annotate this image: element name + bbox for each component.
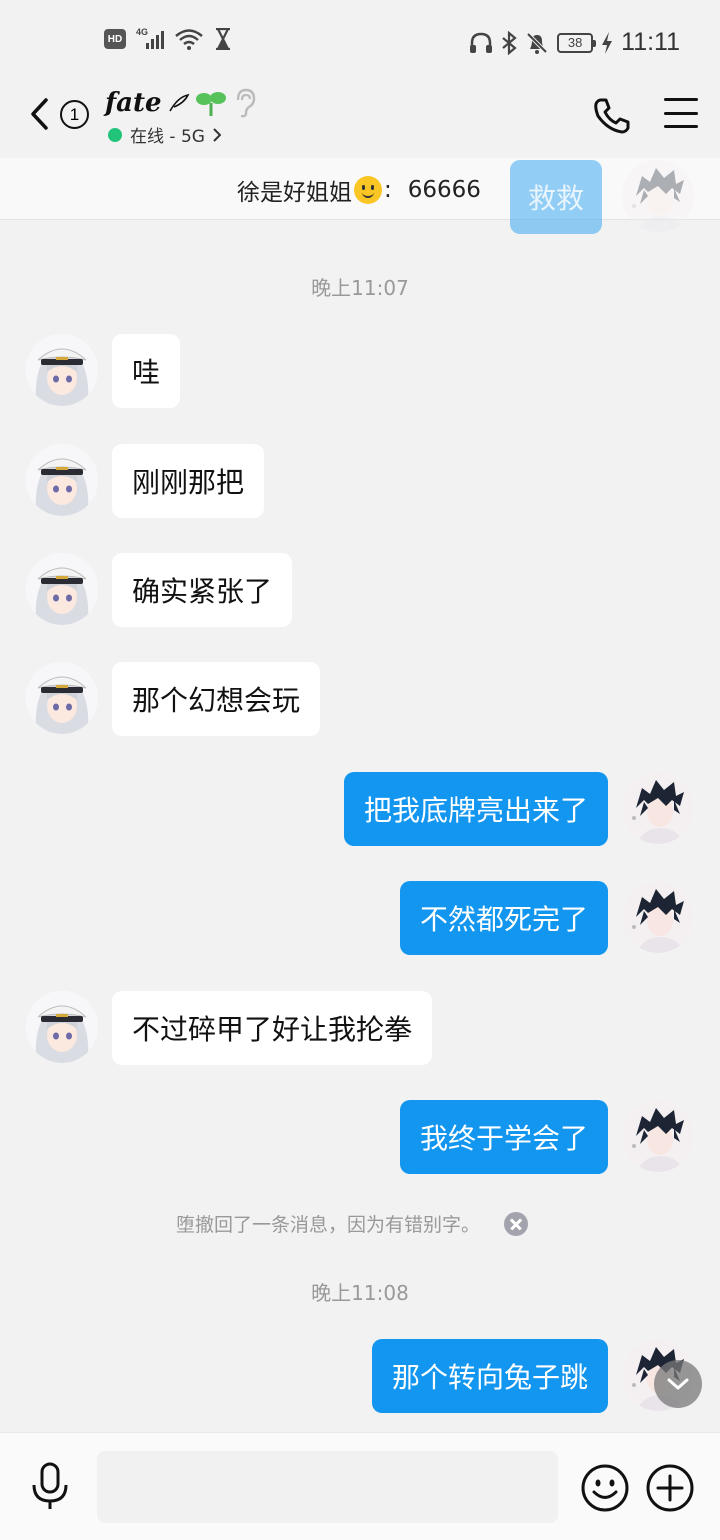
avatar[interactable] [26,553,98,625]
message-bubble[interactable]: 哇 [112,334,181,408]
smile-emoji-icon [354,176,382,204]
hd-icon: HD [104,29,126,49]
avatar[interactable] [26,444,98,516]
message-row: 我终于学会了 [0,1100,720,1174]
message-bubble[interactable]: 不过碎甲了好让我抡拳 [112,991,433,1065]
more-options-button[interactable] [645,1463,695,1513]
online-status[interactable]: 在线 - 5G [108,122,221,147]
unread-count-badge[interactable]: 1 [60,100,89,129]
pinned-sender: 徐是好姐姐 [237,180,352,206]
message-row: 哇 [0,334,720,408]
smile-icon [581,1464,629,1512]
online-status-label: 在线 - 5G [130,127,205,147]
wifi-icon [175,29,203,50]
plus-icon [646,1464,694,1512]
avatar[interactable] [26,662,98,734]
hourglass-icon [216,28,230,50]
message-bubble[interactable]: 确实紧张了 [112,553,293,627]
message-bubble[interactable]: 那个幻想会玩 [112,662,321,736]
close-icon[interactable] [504,1211,529,1236]
chevron-right-icon [213,127,221,142]
pinned-separator: : [384,177,392,203]
message-row: 不然都死完了 [0,881,720,955]
charging-icon [602,31,613,54]
ear-icon[interactable] [232,88,258,118]
mute-icon [526,32,548,54]
back-icon [31,98,48,130]
avatar[interactable] [622,160,694,232]
voice-input-button[interactable] [30,1461,70,1513]
recall-notice: 堕撤回了一条消息，因为有错别字。 [176,1210,529,1237]
message-bubble[interactable]: 我终于学会了 [399,1100,608,1174]
message-row: 不过碎甲了好让我抡拳 [0,991,720,1065]
avatar[interactable] [26,991,98,1063]
timestamp: 晚上11:07 [311,276,409,300]
clock: 11:11 [621,28,680,56]
online-dot-icon [108,127,122,142]
message-row: 把我底牌亮出来了 [0,772,720,846]
headphones-icon [470,32,493,53]
status-bar: HD 4G 38 11:11 [0,0,720,80]
chat-title[interactable]: fate [105,88,162,118]
message-row: 那个转向兔子跳 [0,1339,720,1413]
chat-header: 1 fate 在线 - 5G [0,80,720,158]
bluetooth-icon [502,30,517,55]
network-type-label: 4G [136,27,149,37]
menu-icon [664,98,698,101]
microphone-icon [32,1462,68,1509]
message-bubble[interactable]: 那个转向兔子跳 [371,1339,608,1413]
message-bubble[interactable]: 刚刚那把 [112,444,265,518]
pinned-text: 66666 [407,177,481,203]
avatar[interactable] [622,881,694,953]
call-button[interactable] [592,96,632,136]
message-row: 确实紧张了 [0,553,720,627]
back-button[interactable] [24,94,54,134]
avatar[interactable] [622,1100,694,1172]
message-row: 那个幻想会玩 [0,662,720,736]
avatar[interactable] [622,772,694,844]
battery-icon: 38 [557,32,597,53]
message-row: 刚刚那把 [0,444,720,518]
message-input[interactable] [97,1451,558,1523]
input-bar [0,1432,720,1540]
timestamp: 晚上11:08 [311,1281,409,1305]
menu-button[interactable] [664,98,698,128]
recall-notice-text: 堕撤回了一条消息，因为有错别字。 [176,1214,481,1236]
partially-hidden-bubble[interactable]: 救救 [510,160,603,234]
scroll-to-bottom-button[interactable] [654,1360,702,1408]
sprout-icon [195,92,226,116]
avatar[interactable] [26,334,98,406]
message-bubble[interactable]: 不然都死完了 [399,881,608,955]
phone-icon [594,98,630,134]
chevron-down-icon [667,1378,689,1390]
signal-icon: 4G [136,27,164,49]
message-bubble[interactable]: 把我底牌亮出来了 [343,772,608,846]
feather-icon [168,93,190,112]
pinned-message-banner[interactable]: 徐是好姐姐 : 66666 [0,158,720,220]
emoji-button[interactable] [580,1463,630,1513]
